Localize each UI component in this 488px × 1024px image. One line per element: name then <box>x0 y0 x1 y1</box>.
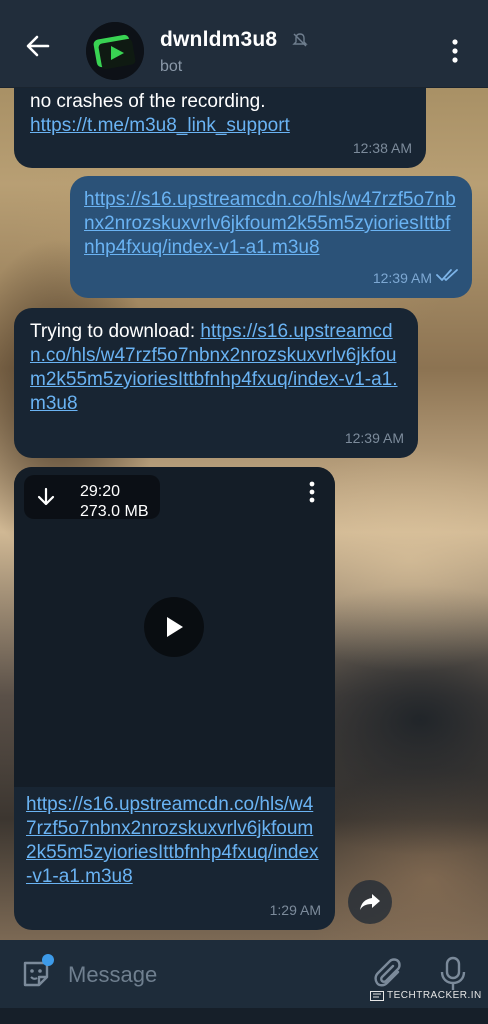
share-button[interactable] <box>348 880 392 924</box>
message-time: 12:38 AM <box>352 140 412 156</box>
message-body: no crashes of the recording. <box>30 91 266 112</box>
message-text: https://s16.upstreamcdn.co/hls/w47rzf5o7… <box>84 188 460 260</box>
message-link[interactable]: https://s16.upstreamcdn.co/hls/w47rzf5o7… <box>84 189 456 258</box>
muted-bell-icon <box>292 32 308 53</box>
watermark: TECHTRACKER.IN <box>370 990 482 1001</box>
message-text: Trying to download: https://s16.upstream… <box>30 320 406 416</box>
message-body: Trying to download: <box>30 321 201 342</box>
chat-header: dwnldm3u8 bot <box>0 0 488 88</box>
message-link[interactable]: https://t.me/m3u8_link_support <box>30 115 290 136</box>
message-input[interactable] <box>68 958 348 992</box>
message-time: 12:39 AM <box>372 270 432 286</box>
arrow-left-icon <box>26 35 50 57</box>
read-checkmarks-icon <box>436 265 460 289</box>
video-message-bubble[interactable]: 29:20 273.0 MB https://s16.upstreamcdn.c… <box>14 467 335 930</box>
video-preview[interactable]: 29:20 273.0 MB <box>14 467 335 787</box>
notification-dot <box>42 954 54 966</box>
message-link[interactable]: https://s16.upstreamcdn.co/hls/w47rzf5o7… <box>26 794 319 887</box>
video-file-size: 273.0 MB <box>80 503 149 520</box>
avatar[interactable] <box>86 22 144 80</box>
message-bubble-incoming[interactable]: no crashes of the recording. https://t.m… <box>14 80 426 168</box>
message-time: 12:39 AM <box>344 430 404 446</box>
watermark-logo-icon <box>370 990 384 1001</box>
chat-subtitle: bot <box>160 58 183 75</box>
back-button[interactable] <box>22 30 54 62</box>
download-arrow-icon[interactable] <box>36 487 56 514</box>
watermark-text: TECHTRACKER.IN <box>387 990 482 1001</box>
message-bubble-incoming[interactable]: Trying to download: https://s16.upstream… <box>14 308 418 458</box>
play-icon <box>167 617 183 637</box>
play-button[interactable] <box>144 597 204 657</box>
bottom-strip <box>0 1008 488 1024</box>
video-info-badge[interactable]: 29:20 273.0 MB <box>24 475 160 520</box>
message-text: https://s16.upstreamcdn.co/hls/w47rzf5o7… <box>26 793 322 889</box>
more-vertical-icon[interactable] <box>440 36 470 66</box>
bot-logo-icon <box>86 22 144 80</box>
share-arrow-icon <box>360 894 380 910</box>
message-text: no crashes of the recording. https://t.m… <box>30 90 410 138</box>
more-vertical-icon[interactable] <box>309 481 315 510</box>
message-time: 1:29 AM <box>269 902 321 918</box>
chat-title[interactable]: dwnldm3u8 <box>160 28 277 52</box>
message-bubble-outgoing[interactable]: https://s16.upstreamcdn.co/hls/w47rzf5o7… <box>70 176 472 298</box>
